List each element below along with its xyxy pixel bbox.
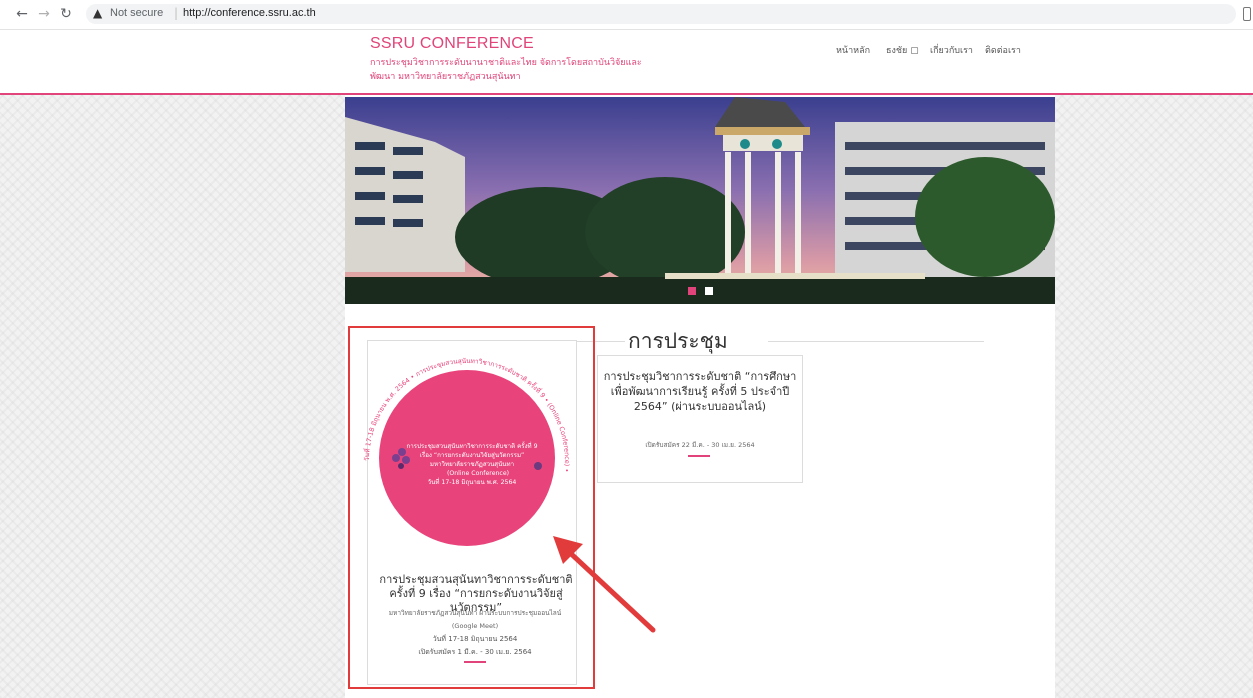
arrow-right-icon[interactable]: → (36, 6, 52, 22)
extension-icon[interactable] (1243, 7, 1251, 21)
hero-banner-image (345, 97, 1055, 304)
address-bar[interactable]: ▲ Not secure | http://conference.ssru.ac… (86, 4, 1236, 24)
site-subtitle-line2: พัฒนา มหาวิทยาลัยราชภัฏสวนสุนันทา (370, 72, 521, 82)
nav-about-link[interactable]: เกี่ยวกับเรา (930, 43, 973, 57)
carousel-dot-active[interactable] (688, 287, 696, 295)
site-subtitle-line1: การประชุมวิชาการระดับนานาชาติและไทย จัดก… (370, 58, 642, 68)
security-label[interactable]: Not secure (110, 7, 163, 19)
nav-contact-link[interactable]: ติดต่อเรา (985, 43, 1021, 57)
hero-banner[interactable] (345, 97, 1055, 304)
nav-home-link[interactable]: หน้าหลัก (836, 43, 870, 57)
section-title: การประชุม (628, 329, 728, 353)
url-text[interactable]: http://conference.ssru.ac.th (183, 7, 316, 19)
browser-toolbar: ← → ↻ ▲ Not secure | http://conference.s… (0, 0, 1253, 30)
conference-registration-2: เปิดรับสมัคร 22 มี.ค. - 30 เม.ย. 2564 (645, 441, 755, 449)
card-accent-line-2 (688, 455, 710, 457)
section-divider-right (768, 341, 984, 342)
reload-icon[interactable]: ↻ (58, 6, 74, 22)
conference-title-2[interactable]: การประชุมวิชาการระดับชาติ “การศึกษาเพื่อ… (600, 369, 800, 414)
site-logo-title[interactable]: SSRU CONFERENCE (370, 35, 534, 53)
arrow-left-icon[interactable]: ← (14, 6, 30, 22)
url-separator: | (174, 6, 179, 20)
nav-field-dropdown[interactable]: ธงชัย ▢ (886, 43, 919, 57)
annotation-arrow-icon (553, 536, 656, 633)
carousel-dot[interactable] (705, 287, 713, 295)
warning-icon[interactable]: ▲ (93, 6, 102, 20)
